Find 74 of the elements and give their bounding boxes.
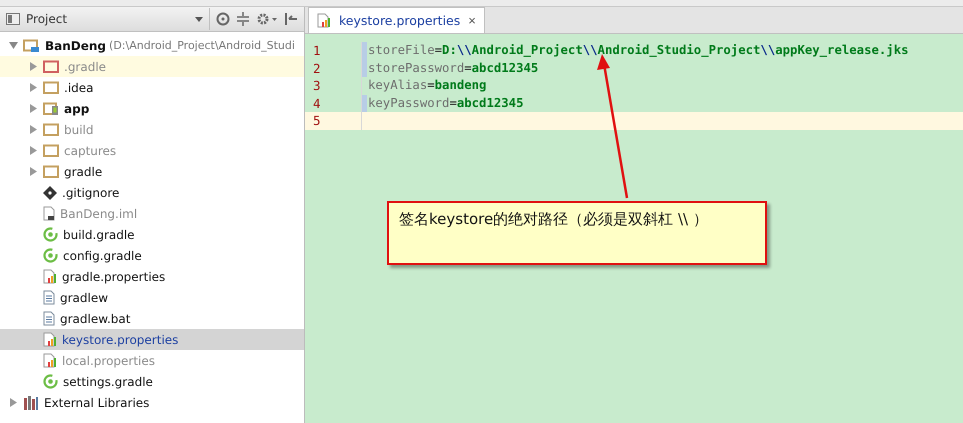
- tree-item-label: settings.gradle: [63, 374, 153, 388]
- git-icon: [43, 186, 57, 200]
- tree-item-label: config.gradle: [63, 248, 142, 262]
- tree-item[interactable]: gradlew: [0, 287, 304, 308]
- tree-item[interactable]: gradlew.bat: [0, 308, 304, 329]
- tree-item-label: .gitignore: [62, 186, 120, 200]
- module-folder-icon: [23, 38, 40, 52]
- properties-file-icon: [43, 269, 57, 284]
- tree-item[interactable]: keystore.properties: [0, 329, 304, 350]
- code-line: storeFile=D:\\Android_Project\\Android_Studio_Project\\appKey_release.jks: [367, 42, 908, 59]
- properties-file-icon: [43, 332, 57, 347]
- tree-item-label: .idea: [64, 80, 94, 94]
- folder-icon: [43, 144, 59, 157]
- tree-item-label: gradle: [64, 164, 102, 178]
- properties-file-icon: [317, 13, 331, 28]
- hide-panel-icon[interactable]: [284, 12, 298, 26]
- code-line: keyPassword=abcd12345: [367, 94, 524, 112]
- expand-arrow-icon[interactable]: [28, 62, 38, 71]
- properties-file-icon: [43, 353, 57, 368]
- gradle-icon: [43, 248, 58, 263]
- project-view-icon: [6, 13, 20, 25]
- text-file-icon: [43, 290, 55, 305]
- tree-item-label: keystore.properties: [62, 332, 178, 346]
- gradle-icon: [43, 374, 58, 389]
- text-file-icon: [43, 311, 55, 326]
- tree-item[interactable]: External Libraries: [0, 392, 304, 413]
- tree-item[interactable]: build.gradle: [0, 224, 304, 245]
- close-tab-button[interactable]: ×: [468, 13, 476, 28]
- tree-item[interactable]: gradle.properties: [0, 266, 304, 287]
- settings-icon[interactable]: [256, 12, 278, 26]
- folder-icon: [43, 123, 59, 136]
- tree-item[interactable]: settings.gradle: [0, 371, 304, 392]
- expand-arrow-icon[interactable]: [28, 167, 38, 176]
- tree-item[interactable]: .gitignore: [0, 182, 304, 203]
- tree-item[interactable]: BanDeng (D:\Android_Project\Android_Studi: [0, 35, 304, 56]
- target-icon[interactable]: [216, 12, 230, 26]
- tree-item-label: External Libraries: [44, 396, 150, 410]
- project-path: (D:\Android_Project\Android_Studi: [109, 39, 295, 52]
- folder-icon: [43, 81, 59, 94]
- tree-item-label: .gradle: [64, 60, 106, 74]
- annotation-text: 签名keystore的绝对路径（必须是双斜杠 \\ ）: [399, 210, 708, 228]
- folder-icon: [43, 60, 59, 73]
- line-number: 3: [305, 77, 362, 94]
- tree-item-label: build.gradle: [63, 228, 135, 242]
- folder-icon: [43, 165, 59, 178]
- editor-tab[interactable]: keystore.properties ×: [308, 7, 485, 33]
- expand-arrow-icon[interactable]: [28, 104, 38, 113]
- expand-arrow-icon[interactable]: [28, 83, 38, 92]
- tree-item-label: build: [64, 122, 94, 136]
- tree-item[interactable]: app: [0, 98, 304, 119]
- line-number: 5: [305, 112, 362, 130]
- tree-item-label: gradlew: [60, 290, 108, 304]
- library-icon: [23, 396, 39, 410]
- tree-item[interactable]: .idea: [0, 77, 304, 98]
- tree-item-label: BanDeng.iml: [60, 206, 138, 220]
- code-line: keyAlias=bandeng: [367, 77, 486, 94]
- code-line: storePassword=abcd12345: [367, 60, 538, 76]
- tree-item[interactable]: config.gradle: [0, 245, 304, 266]
- folder-phone-icon: [43, 102, 59, 116]
- dropdown-caret-icon[interactable]: [195, 16, 203, 22]
- expand-arrow-icon[interactable]: [28, 146, 38, 155]
- tree-item-label: app: [64, 102, 90, 116]
- gradle-icon: [43, 227, 58, 242]
- tree-item-label: gradle.properties: [62, 270, 166, 284]
- tree-item-label: gradlew.bat: [60, 312, 130, 326]
- tree-item-label: captures: [64, 144, 116, 158]
- collapse-all-icon[interactable]: [236, 12, 250, 26]
- tree-item-label: local.properties: [62, 354, 156, 368]
- tree-item[interactable]: gradle: [0, 161, 304, 182]
- expand-arrow-icon[interactable]: [8, 398, 18, 407]
- tree-item-label: BanDeng: [45, 38, 106, 52]
- collapse-arrow-icon[interactable]: [8, 41, 18, 50]
- file-icon: [43, 206, 55, 221]
- expand-arrow-icon[interactable]: [28, 125, 38, 134]
